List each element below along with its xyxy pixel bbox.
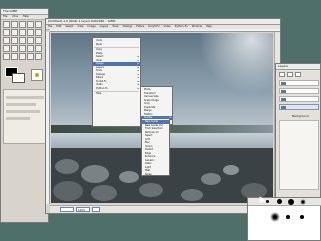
dock-tab-row	[279, 72, 319, 78]
path-tool-icon[interactable]	[11, 29, 18, 36]
layers-dock: Layers Background	[275, 63, 321, 203]
ink-tool-icon[interactable]	[35, 53, 42, 60]
tool-options-panel	[3, 89, 47, 144]
brushes-dock	[247, 197, 321, 241]
rock	[201, 173, 221, 185]
lasso-tool-icon[interactable]	[19, 21, 26, 28]
channels-tab-icon[interactable]	[287, 72, 293, 77]
statusbar: 100%	[50, 205, 280, 213]
rotate-tool-icon[interactable]	[19, 37, 26, 44]
image-menu-item[interactable]: Window	[190, 25, 204, 28]
chevron-right-icon: ▸	[137, 86, 139, 90]
ruler-horizontal	[50, 29, 280, 32]
tool-grid	[1, 20, 48, 61]
toolbox-menu-help[interactable]: Help	[21, 15, 31, 18]
layer-thumbnail	[281, 98, 286, 101]
flip-tool-icon[interactable]	[11, 45, 18, 52]
image-menu-item[interactable]: Python-Fu	[173, 25, 190, 28]
brush-dot-icon	[35, 73, 39, 77]
color-select-tool-icon[interactable]	[35, 21, 42, 28]
brush-dot-row-icon[interactable]	[300, 215, 304, 219]
image-menu-item[interactable]: Filters	[134, 25, 146, 28]
zoom-select[interactable]: 100%	[76, 207, 90, 212]
layer-thumbnail	[281, 106, 286, 109]
layer-row[interactable]	[279, 88, 319, 94]
image-menu-item[interactable]: Help	[204, 25, 214, 28]
rock	[181, 189, 203, 201]
option-row[interactable]	[6, 110, 40, 113]
brush-small-icon[interactable]	[266, 200, 269, 203]
brush-large-icon[interactable]	[288, 199, 294, 205]
status-field	[92, 207, 100, 212]
layers-dock-title: Layers	[276, 64, 320, 70]
rock	[55, 159, 79, 174]
layer-thumbnail	[281, 90, 286, 93]
guides-submenu: New Guide New Guide (%) From Selection R…	[141, 118, 170, 176]
image-menu-item[interactable]: Select	[63, 25, 75, 28]
pencil-tool-icon[interactable]	[3, 53, 10, 60]
menu-item-label: Python-Fu	[96, 86, 108, 90]
status-field	[60, 207, 74, 212]
toolbox-menu-xtns[interactable]: Xtns	[10, 15, 20, 18]
color-picker-tool-icon[interactable]	[19, 29, 26, 36]
magic-wand-tool-icon[interactable]	[27, 21, 34, 28]
menu-item-python-fu[interactable]: Python-Fu ▸	[93, 87, 140, 91]
brush-dot-row-icon[interactable]	[286, 215, 290, 219]
layer-row[interactable]	[279, 96, 319, 102]
brush-medium-icon[interactable]	[277, 199, 282, 204]
bg-color-swatch[interactable]	[12, 73, 25, 83]
perspective-tool-icon[interactable]	[3, 45, 10, 52]
scale-tool-icon[interactable]	[27, 37, 34, 44]
ruler-vertical	[46, 32, 50, 204]
rock	[119, 171, 139, 183]
eraser-tool-icon[interactable]	[19, 53, 26, 60]
brush-soft-large-icon[interactable]	[270, 212, 280, 222]
crop-tool-icon[interactable]	[11, 37, 18, 44]
image-menu-item[interactable]: Dialogs	[121, 25, 135, 28]
submenu2-item[interactable]: Noise	[142, 173, 169, 177]
rect-select-tool-icon[interactable]	[3, 21, 10, 28]
brush-soft-icon[interactable]	[300, 199, 306, 205]
gradient-tool-icon[interactable]	[35, 45, 42, 52]
paintbrush-tool-icon[interactable]	[11, 53, 18, 60]
layers-tab-icon[interactable]	[279, 72, 285, 77]
text-tool-icon[interactable]	[19, 45, 26, 52]
toolbox-window: The GIMP File Xtns Help	[0, 8, 49, 223]
background-layer-label: Background	[292, 114, 309, 118]
paths-tab-icon[interactable]	[295, 72, 301, 77]
rock	[81, 165, 109, 183]
image-menu-item[interactable]: Tools	[110, 25, 120, 28]
image-menu-item[interactable]: Script-Fu	[146, 25, 161, 28]
image-menu-item[interactable]: Video	[162, 25, 173, 28]
menu-item-redo[interactable]: Redo	[93, 43, 140, 47]
layer-row[interactable]	[279, 80, 319, 86]
option-row[interactable]	[6, 117, 30, 120]
rock	[139, 183, 163, 197]
rock	[223, 165, 239, 175]
zoom-tool-icon[interactable]	[27, 29, 34, 36]
image-menu-item[interactable]: View	[75, 25, 85, 28]
rock	[53, 181, 83, 201]
airbrush-tool-icon[interactable]	[27, 53, 34, 60]
image-menu-item[interactable]: Layers	[98, 25, 111, 28]
sun-glare	[201, 33, 273, 103]
menu-item-help[interactable]: Help	[93, 92, 140, 96]
image-context-menu: Undo Redo Copy Paste Select ▸ View ▸ Image…	[92, 37, 141, 127]
scissors-tool-icon[interactable]	[3, 29, 10, 36]
toolbox-menu-file[interactable]: File	[1, 15, 9, 18]
option-row[interactable]	[6, 96, 44, 99]
option-row[interactable]	[6, 103, 36, 106]
shear-tool-icon[interactable]	[35, 37, 42, 44]
measure-tool-icon[interactable]	[35, 29, 42, 36]
move-tool-icon[interactable]	[3, 37, 10, 44]
layers-list-area	[279, 120, 319, 190]
rock	[91, 185, 117, 201]
image-menu-item[interactable]: Image	[86, 25, 98, 28]
ellipse-select-tool-icon[interactable]	[11, 21, 18, 28]
layer-row-selected[interactable]	[279, 104, 319, 110]
bucket-fill-tool-icon[interactable]	[27, 45, 34, 52]
layer-thumbnail	[281, 82, 286, 85]
